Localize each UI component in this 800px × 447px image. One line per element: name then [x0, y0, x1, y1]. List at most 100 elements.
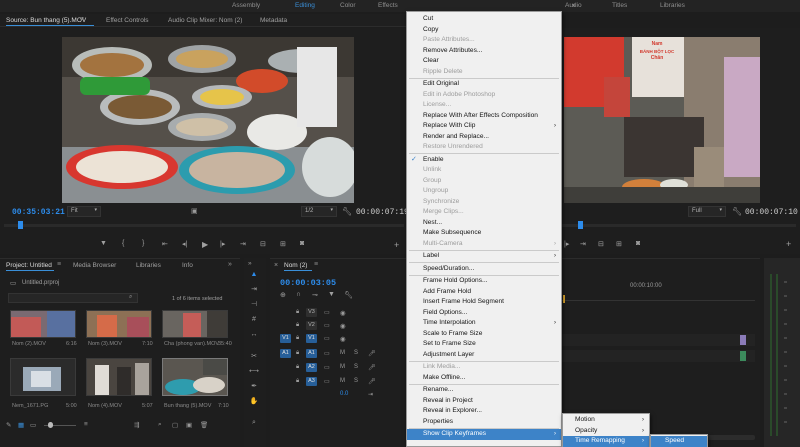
menu-item-speed[interactable]: Speed	[651, 436, 707, 447]
new-bin-icon[interactable]: ▢	[172, 421, 178, 429]
tab-metadata[interactable]: Metadata	[260, 17, 287, 24]
lock-icon[interactable]: 🔒︎	[296, 309, 299, 316]
track-label-v1[interactable]: V1	[306, 334, 317, 343]
menu-item-replace-with-clip[interactable]: Replace With Clip ›	[407, 121, 561, 132]
program-playhead[interactable]	[578, 221, 583, 229]
mark-in-icon[interactable]: ▼	[100, 240, 107, 247]
snap-icon[interactable]: ∩	[296, 291, 301, 298]
go-to-end-icon[interactable]: ⇥	[368, 391, 373, 398]
eye-icon[interactable]: ◉	[340, 309, 346, 317]
go-to-in-icon[interactable]: ⇤	[162, 240, 168, 248]
menu-item-rename[interactable]: Rename...	[407, 385, 561, 396]
workspace-color[interactable]: Color	[340, 2, 356, 9]
menu-item-show-clip-keyframes[interactable]: Show Clip Keyframes ›	[407, 429, 561, 440]
track-label-a1[interactable]: A1	[306, 349, 317, 358]
settings-wrench-icon[interactable]: 🔧︎	[344, 291, 353, 299]
menu-item-speed-duration[interactable]: Speed/Duration...	[407, 264, 561, 275]
icon-view-icon[interactable]: ▦	[18, 421, 24, 429]
menu-item-cut[interactable]: Cut	[407, 14, 561, 25]
source-zoom-select[interactable]: Fit ▾	[67, 206, 101, 217]
master-volume-value[interactable]: 0.0	[340, 391, 348, 397]
source-playhead[interactable]	[18, 221, 23, 229]
menu-item-ripple-delete[interactable]: Ripple Delete	[407, 67, 561, 78]
step-back-icon[interactable]: ◂|	[182, 240, 187, 248]
clip-thumbnail[interactable]	[86, 310, 152, 338]
extract-icon[interactable]: ⊞	[616, 240, 622, 248]
workspace-editing[interactable]: Editing	[295, 2, 315, 9]
menu-item-remove-attributes[interactable]: Remove Attributes...	[407, 46, 561, 57]
freeform-view-icon[interactable]: ▭	[30, 421, 36, 429]
menu-item-set-to-frame-size[interactable]: Set to Frame Size	[407, 339, 561, 350]
timeline-timecode[interactable]: 00:00:03:05	[280, 278, 336, 288]
new-item-icon[interactable]: ▣	[186, 421, 192, 429]
trash-icon[interactable]: 🗑︎	[200, 421, 208, 429]
overwrite-icon[interactable]: ⊞	[280, 240, 286, 248]
clip-thumbnail[interactable]	[86, 358, 152, 396]
panel-overflow-icon[interactable]: »	[228, 261, 232, 268]
track-label-a2[interactable]: A2	[306, 363, 317, 372]
rate-stretch-tool-icon[interactable]: ↔	[249, 330, 259, 340]
tab-effect-controls[interactable]: Effect Controls	[106, 17, 149, 24]
tab-audio-clip-mixer[interactable]: Audio Clip Mixer: Nom (2)	[168, 17, 242, 24]
solo-icon[interactable]: S	[354, 364, 358, 370]
menu-item-edit-original[interactable]: Edit Original	[407, 79, 561, 90]
lift-icon[interactable]: ⊟	[598, 240, 604, 248]
source-scrub-bar[interactable]	[4, 224, 404, 227]
menu-item-properties[interactable]: Properties	[407, 417, 561, 428]
menu-item-edit-in-adobe-photoshop[interactable]: Edit in Adobe Photoshop	[407, 90, 561, 101]
track-label-v2[interactable]: V2	[306, 321, 317, 330]
zoom-slider-handle[interactable]	[48, 422, 53, 428]
sync-lock-icon[interactable]: ▭	[324, 364, 330, 371]
step-forward-icon[interactable]: |▸	[220, 240, 225, 248]
tab-media-browser[interactable]: Media Browser	[73, 262, 116, 269]
menu-item-replace-with-after-effects-composition[interactable]: Replace With After Effects Composition	[407, 111, 561, 122]
program-scrub-bar[interactable]	[560, 224, 796, 227]
sync-lock-icon[interactable]: ▭	[324, 309, 330, 316]
find-icon[interactable]: ⌕	[158, 421, 162, 429]
wrench-icon[interactable]: 🔧︎	[342, 207, 352, 216]
mark-in-bracket-icon[interactable]: {	[122, 240, 124, 247]
menu-item-frame-hold-options[interactable]: Frame Hold Options...	[407, 276, 561, 287]
menu-item-motion[interactable]: Motion ›	[563, 415, 649, 426]
workspace-assembly[interactable]: Assembly	[232, 2, 260, 9]
program-quality-select[interactable]: Full ▾	[688, 206, 726, 217]
zoom-tool-icon[interactable]: ⌕	[249, 418, 259, 428]
workspace-overflow-icon[interactable]: »	[572, 2, 576, 9]
wrench-icon[interactable]: 🔧︎	[732, 207, 742, 216]
menu-item-time-remapping[interactable]: Time Remapping ›	[563, 436, 649, 447]
tab-menu-icon[interactable]: ≡	[80, 16, 84, 23]
source-patch-v1[interactable]: V1	[280, 334, 291, 343]
microphone-icon[interactable]: 🎤︎	[368, 378, 376, 385]
tab-menu-icon[interactable]: ≡	[57, 261, 61, 268]
list-view-icon[interactable]: ✎	[6, 421, 11, 429]
mark-out-bracket-icon[interactable]: }	[142, 240, 144, 247]
track-select-tool-icon[interactable]: ⇥	[249, 285, 259, 295]
slip-tool-icon[interactable]: ⟷	[249, 367, 259, 377]
menu-item-link-media[interactable]: Link Media...	[407, 362, 561, 373]
step-forward-icon[interactable]: |▸	[564, 240, 569, 248]
project-search-input[interactable]: ⌕	[8, 293, 138, 303]
tab-source[interactable]: Source: Bun thang (5).MOV	[6, 17, 86, 24]
linked-selection-icon[interactable]: ⊸	[312, 291, 318, 299]
source-timecode[interactable]: 00:35:03:21	[12, 208, 65, 217]
menu-item-reveal-in-explorer[interactable]: Reveal in Explorer...	[407, 406, 561, 417]
solo-icon[interactable]: S	[354, 378, 358, 384]
sync-lock-icon[interactable]: ▭	[324, 335, 330, 342]
menu-item-reveal-in-project[interactable]: Reveal in Project	[407, 396, 561, 407]
microphone-icon[interactable]: 🎤︎	[368, 364, 376, 371]
insert-icon[interactable]: ⊟	[260, 240, 266, 248]
rolling-edit-tool-icon[interactable]: #	[249, 315, 259, 325]
menu-item-adjustment-layer[interactable]: Adjustment Layer	[407, 350, 561, 361]
add-button-icon[interactable]: +	[786, 239, 791, 249]
mute-icon[interactable]: M	[340, 364, 345, 370]
menu-item-restore-unrendered[interactable]: Restore Unrendered	[407, 142, 561, 153]
menu-item-group[interactable]: Group	[407, 176, 561, 187]
mute-icon[interactable]: M	[340, 350, 345, 356]
menu-item-insert-frame-hold-segment[interactable]: Insert Frame Hold Segment	[407, 297, 561, 308]
microphone-icon[interactable]: 🎤︎	[368, 350, 376, 357]
menu-item-merge-clips[interactable]: Merge Clips...	[407, 207, 561, 218]
automate-icon[interactable]: ⇶	[134, 421, 139, 429]
menu-item-add-frame-hold[interactable]: Add Frame Hold	[407, 287, 561, 298]
eye-icon[interactable]: ◉	[340, 335, 346, 343]
tab-info[interactable]: Info	[182, 262, 193, 269]
